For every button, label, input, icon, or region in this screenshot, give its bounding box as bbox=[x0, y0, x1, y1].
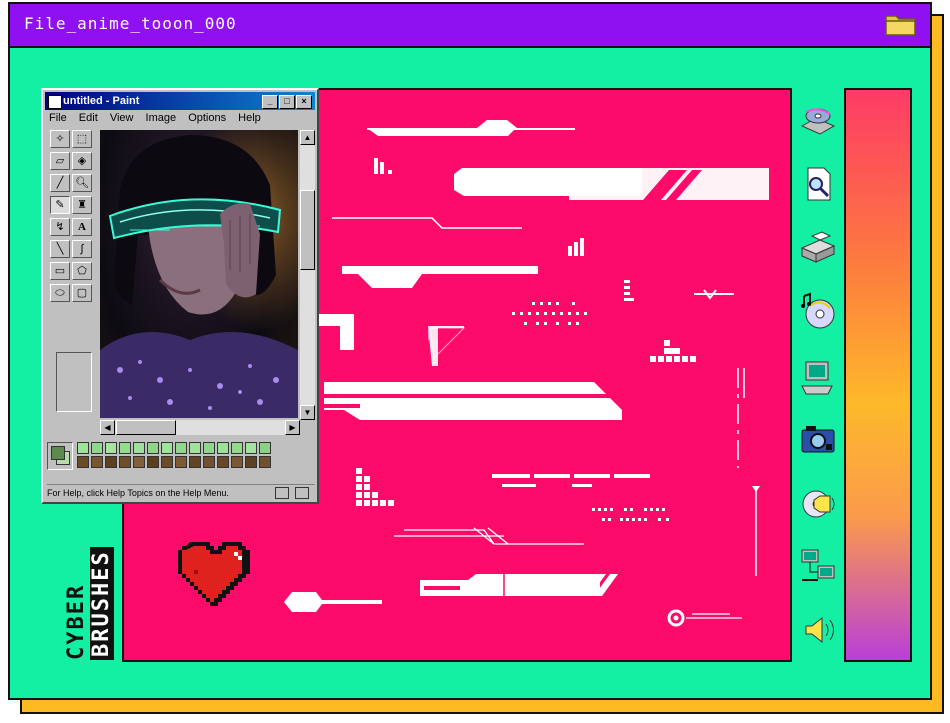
menu-view[interactable]: View bbox=[110, 112, 134, 124]
palette-swatch[interactable] bbox=[91, 442, 103, 454]
palette-swatch[interactable] bbox=[189, 442, 201, 454]
title-bar[interactable]: File_anime_tooon_000 bbox=[10, 4, 930, 48]
palette-swatch[interactable] bbox=[161, 442, 173, 454]
menu-file[interactable]: File bbox=[49, 112, 67, 124]
scroll-thumb-horizontal[interactable] bbox=[116, 420, 176, 435]
paint-toolbox: ✧ ⬚ ▱ ◈ ╱ 🔍︎ ✎ ♜ ↯ A ╲ ∫ ▭ ⬠ ⬭ ▢ bbox=[48, 130, 96, 460]
palette-swatch[interactable] bbox=[77, 456, 89, 468]
printer-icon[interactable] bbox=[798, 226, 838, 266]
palette-swatch[interactable] bbox=[105, 442, 117, 454]
gradient-bar bbox=[844, 88, 912, 662]
picker-tool-icon[interactable]: ╱ bbox=[50, 174, 70, 192]
palette-swatch[interactable] bbox=[245, 442, 257, 454]
status-bar: For Help, click Help Topics on the Help … bbox=[47, 484, 315, 501]
palette-swatch[interactable] bbox=[231, 442, 243, 454]
airbrush-tool-icon[interactable]: ↯ bbox=[50, 218, 70, 236]
vertical-scrollbar[interactable]: ▲ ▼ bbox=[300, 130, 315, 420]
palette-swatch[interactable] bbox=[147, 456, 159, 468]
find-document-icon[interactable] bbox=[798, 164, 838, 204]
brand-logo: CYBER BRUSHES bbox=[50, 532, 114, 672]
tool-options-box[interactable] bbox=[56, 352, 92, 412]
rectangle-tool-icon[interactable]: ▭ bbox=[50, 262, 70, 280]
menu-options[interactable]: Options bbox=[188, 112, 226, 124]
eraser-tool-icon[interactable]: ▱ bbox=[50, 152, 70, 170]
paint-window[interactable]: untitled - Paint _ □ × File Edit View Imag… bbox=[41, 88, 319, 504]
scroll-up-icon[interactable]: ▲ bbox=[300, 130, 315, 145]
scroll-thumb-vertical[interactable] bbox=[300, 190, 315, 270]
palette-swatch[interactable] bbox=[203, 442, 215, 454]
palette-swatch[interactable] bbox=[217, 442, 229, 454]
palette-swatch[interactable] bbox=[119, 456, 131, 468]
palette-swatch[interactable] bbox=[161, 456, 173, 468]
curve-tool-icon[interactable]: ∫ bbox=[72, 240, 92, 258]
paint-app-icon bbox=[48, 95, 62, 109]
minimize-button[interactable]: _ bbox=[262, 95, 278, 109]
menu-image[interactable]: Image bbox=[146, 112, 177, 124]
brand-line2: BRUSHES bbox=[89, 547, 114, 660]
free-select-tool-icon[interactable]: ✧ bbox=[50, 130, 70, 148]
computer-icon[interactable] bbox=[798, 358, 838, 398]
palette-swatch[interactable] bbox=[231, 456, 243, 468]
text-tool-icon[interactable]: A bbox=[72, 218, 92, 236]
status-text: For Help, click Help Topics on the Help … bbox=[47, 488, 229, 498]
palette-swatch[interactable] bbox=[133, 456, 145, 468]
palette-swatch[interactable] bbox=[77, 442, 89, 454]
palette-swatch[interactable] bbox=[203, 456, 215, 468]
palette-swatch[interactable] bbox=[147, 442, 159, 454]
app-window: File_anime_tooon_000 CYBER BRUSHES untit… bbox=[8, 2, 932, 700]
line-tool-icon[interactable]: ╲ bbox=[50, 240, 70, 258]
color-palette bbox=[47, 442, 317, 474]
brand-line1: CYBER bbox=[64, 583, 89, 660]
menu-edit[interactable]: Edit bbox=[79, 112, 98, 124]
brush-tool-icon[interactable]: ♜ bbox=[72, 196, 92, 214]
magnifier-tool-icon[interactable]: 🔍︎ bbox=[72, 174, 92, 192]
ellipse-tool-icon[interactable]: ⬭ bbox=[50, 284, 70, 302]
cyber-portrait-image bbox=[100, 130, 298, 418]
palette-swatch[interactable] bbox=[189, 456, 201, 468]
palette-swatch[interactable] bbox=[105, 456, 117, 468]
canvas-photo[interactable] bbox=[100, 130, 298, 418]
scroll-right-icon[interactable]: ▶ bbox=[285, 420, 300, 435]
palette-swatch[interactable] bbox=[259, 456, 271, 468]
status-size-icon bbox=[295, 487, 309, 499]
paint-title: untitled - Paint bbox=[63, 95, 140, 107]
cd-audio-icon[interactable] bbox=[798, 292, 838, 332]
pixel-heart bbox=[178, 542, 250, 606]
menu-help[interactable]: Help bbox=[238, 112, 261, 124]
speaker-icon[interactable] bbox=[798, 610, 838, 650]
palette-swatch[interactable] bbox=[175, 442, 187, 454]
palette-swatch[interactable] bbox=[217, 456, 229, 468]
network-icon[interactable] bbox=[798, 546, 838, 586]
window-title: File_anime_tooon_000 bbox=[24, 14, 237, 33]
fill-tool-icon[interactable]: ◈ bbox=[72, 152, 92, 170]
palette-swatch[interactable] bbox=[175, 456, 187, 468]
cd-drive-icon[interactable] bbox=[798, 100, 838, 140]
maximize-button[interactable]: □ bbox=[279, 95, 295, 109]
palette-swatch[interactable] bbox=[259, 442, 271, 454]
paint-menu-bar: File Edit View Image Options Help bbox=[49, 112, 270, 124]
close-button[interactable]: × bbox=[296, 95, 312, 109]
current-colors[interactable] bbox=[47, 442, 73, 470]
horizontal-scrollbar[interactable]: ◀ ▶ bbox=[100, 420, 300, 435]
pencil-tool-icon[interactable]: ✎ bbox=[50, 196, 70, 214]
sound-disc-icon[interactable] bbox=[798, 484, 838, 524]
folder-icon[interactable] bbox=[884, 10, 918, 38]
scroll-down-icon[interactable]: ▼ bbox=[300, 405, 315, 420]
status-position-icon bbox=[275, 487, 289, 499]
camera-icon[interactable] bbox=[798, 420, 838, 460]
scroll-left-icon[interactable]: ◀ bbox=[100, 420, 115, 435]
rect-select-tool-icon[interactable]: ⬚ bbox=[72, 130, 92, 148]
palette-swatch[interactable] bbox=[91, 456, 103, 468]
palette-swatch[interactable] bbox=[245, 456, 257, 468]
polygon-tool-icon[interactable]: ⬠ bbox=[72, 262, 92, 280]
rounded-rect-tool-icon[interactable]: ▢ bbox=[72, 284, 92, 302]
palette-swatch[interactable] bbox=[133, 442, 145, 454]
paint-title-bar[interactable]: untitled - Paint _ □ × bbox=[45, 92, 315, 110]
palette-swatch[interactable] bbox=[119, 442, 131, 454]
